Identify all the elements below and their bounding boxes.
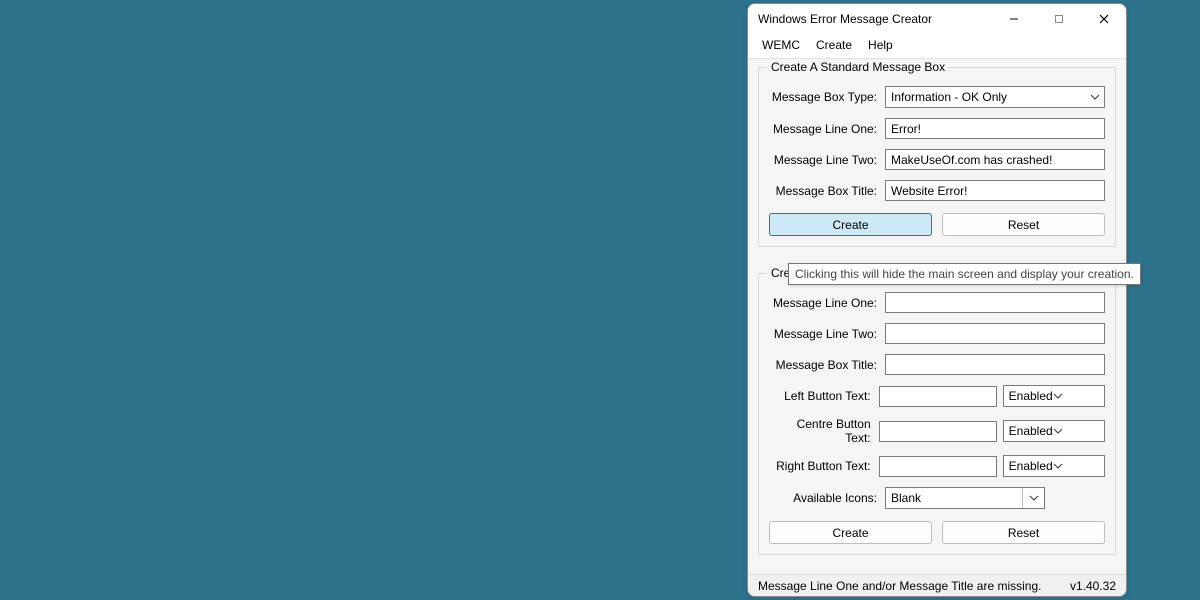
std-reset-button[interactable]: Reset — [942, 213, 1105, 236]
create-button-tooltip: Clicking this will hide the main screen … — [788, 263, 1141, 285]
menu-bar: WEMC Create Help — [748, 34, 1126, 59]
maximize-button[interactable] — [1036, 4, 1081, 34]
std-title-label: Message Box Title: — [769, 184, 879, 198]
maximize-icon — [1054, 14, 1064, 24]
std-line2-input[interactable] — [885, 149, 1105, 170]
left-btn-input[interactable] — [879, 386, 997, 407]
centre-btn-label: Centre Button Text: — [769, 417, 873, 445]
msg-type-value: Information - OK Only — [891, 90, 1007, 104]
std-line1-input[interactable] — [885, 118, 1105, 139]
chevron-down-icon — [1029, 495, 1039, 501]
left-btn-label: Left Button Text: — [769, 389, 873, 403]
left-btn-state-select[interactable]: Enabled — [1003, 385, 1105, 407]
icons-select[interactable]: Blank — [885, 487, 1045, 509]
window-title: Windows Error Message Creator — [758, 12, 991, 26]
cus-line1-input[interactable] — [885, 292, 1105, 313]
left-btn-state-value: Enabled — [1009, 389, 1053, 403]
custom-message-box-group: Create A Customised Message Box Message … — [758, 273, 1116, 555]
app-window: Windows Error Message Creator WEMC Creat… — [747, 3, 1127, 597]
menu-wemc[interactable]: WEMC — [762, 38, 800, 52]
chevron-down-icon — [1053, 428, 1063, 434]
std-create-button[interactable]: Create — [769, 213, 932, 236]
std-line2-label: Message Line Two: — [769, 153, 879, 167]
standard-group-legend: Create A Standard Message Box — [767, 60, 949, 74]
menu-help[interactable]: Help — [868, 38, 893, 52]
icons-value: Blank — [891, 488, 1023, 508]
chevron-down-icon — [1090, 94, 1100, 100]
close-button[interactable] — [1081, 4, 1126, 34]
cus-create-button[interactable]: Create — [769, 521, 932, 544]
centre-btn-state-value: Enabled — [1009, 424, 1053, 438]
msg-type-label: Message Box Type: — [769, 90, 879, 104]
right-btn-state-value: Enabled — [1009, 459, 1053, 473]
std-line1-label: Message Line One: — [769, 122, 879, 136]
right-btn-input[interactable] — [879, 456, 997, 477]
window-controls — [991, 4, 1126, 34]
cus-line1-label: Message Line One: — [769, 296, 879, 310]
msg-type-select[interactable]: Information - OK Only — [885, 86, 1105, 108]
chevron-down-icon — [1053, 463, 1063, 469]
centre-btn-state-select[interactable]: Enabled — [1003, 420, 1105, 442]
status-message: Message Line One and/or Message Title ar… — [758, 579, 1041, 593]
standard-message-box-group: Create A Standard Message Box Message Bo… — [758, 67, 1116, 247]
std-title-input[interactable] — [885, 180, 1105, 201]
cus-reset-button[interactable]: Reset — [942, 521, 1105, 544]
cus-title-label: Message Box Title: — [769, 358, 879, 372]
close-icon — [1099, 14, 1109, 24]
version-label: v1.40.32 — [1070, 579, 1116, 593]
minimize-button[interactable] — [991, 4, 1036, 34]
cus-title-input[interactable] — [885, 354, 1105, 375]
titlebar: Windows Error Message Creator — [748, 4, 1126, 34]
status-bar: Message Line One and/or Message Title ar… — [748, 574, 1126, 596]
right-btn-state-select[interactable]: Enabled — [1003, 455, 1105, 477]
cus-line2-input[interactable] — [885, 323, 1105, 344]
cus-line2-label: Message Line Two: — [769, 327, 879, 341]
minimize-icon — [1009, 14, 1019, 24]
icons-label: Available Icons: — [769, 491, 879, 505]
chevron-down-icon — [1053, 393, 1063, 399]
right-btn-label: Right Button Text: — [769, 459, 873, 473]
menu-create[interactable]: Create — [816, 38, 852, 52]
centre-btn-input[interactable] — [879, 421, 997, 442]
